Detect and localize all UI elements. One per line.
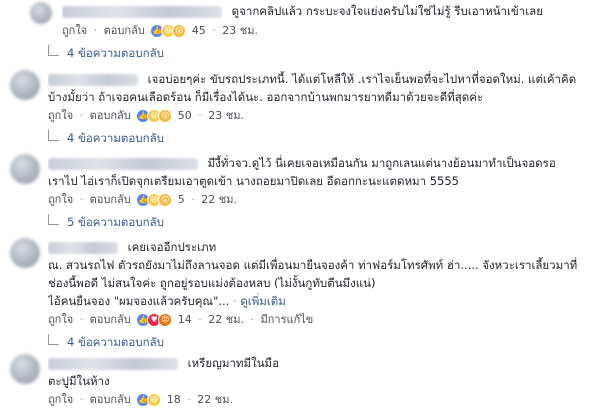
timestamp[interactable]: 23 ชม. <box>208 109 244 122</box>
reply-link[interactable]: ตอบกลับ <box>90 109 131 122</box>
angry-icon: 😡 <box>158 313 173 327</box>
reaction-count: 5 <box>177 193 185 206</box>
avatar[interactable] <box>10 70 40 100</box>
reaction-count: 18 <box>166 393 181 406</box>
view-replies-link[interactable]: 4 ข้อความตอบกลับ <box>48 334 164 350</box>
author-name[interactable] <box>62 5 222 18</box>
avatar[interactable] <box>30 2 52 24</box>
avatar[interactable] <box>10 354 40 384</box>
comment-body: มีงี้ทั่วจว.ดูไว้ นี่เคยเจอเหมือนกัน มาถ… <box>48 154 586 190</box>
comment-text: ดูจากคลิปแล้ว กระบะจงใจแย่งครับไม่ใช่ไม่… <box>231 4 543 18</box>
comment-text: เหรียญมาทมีในมือ <box>187 356 280 370</box>
comment-actions: ถูกใจ · ตอบกลับ 👍 😆 18 · 22 ชม. <box>48 392 233 408</box>
comment-text: บ้างมั้ยว่า ถ้าเจอคนเลือดร้อน ก็มีเรื่อง… <box>48 90 484 104</box>
reply-link[interactable]: ตอบกลับ <box>90 313 131 326</box>
reply-arrow-icon <box>48 45 59 56</box>
comment-actions: ถูกใจ · ตอบกลับ 👍 ♥ 😡 14 · 22 ชม. · มีการแ… <box>48 312 314 328</box>
like-link[interactable]: ถูกใจ <box>48 313 73 326</box>
comment-text: ไอ้คนยืนจอง "ผมจองแล้วครับคุณ"... <box>48 294 230 308</box>
reaction-count: 45 <box>191 24 206 37</box>
comment-body: เจอบ่อยๆค่ะ ขับรถประเภทนี้. ได้แต่โหลีให… <box>48 70 586 106</box>
author-name[interactable] <box>48 357 178 370</box>
reactions[interactable]: 👍 😆 <box>136 392 162 408</box>
timestamp[interactable]: 22 ชม. <box>197 393 233 406</box>
like-link[interactable]: ถูกใจ <box>48 193 73 206</box>
reactions[interactable]: 👍 ♥ 😡 <box>136 312 173 328</box>
comment-body: เหรียญมาทมีในมือ ตะปูมีในห้าง <box>48 354 586 390</box>
view-replies-link[interactable]: 5 ข้อความตอบกลับ <box>48 214 164 230</box>
reply-arrow-icon <box>48 130 59 141</box>
author-name[interactable] <box>48 241 118 254</box>
wow-icon: 😮 <box>172 24 187 38</box>
comment-text: มีงี้ทั่วจว.ดูไว้ นี่เคยเจอเหมือนกัน มาถ… <box>207 156 556 170</box>
edited-label[interactable]: มีการแก้ไข <box>260 313 313 326</box>
comment-actions: ถูกใจ · ตอบกลับ 👍 😆 😮 50 · 23 ชม. <box>48 108 244 124</box>
comment-body: เคยเจออีกประเภท ณ. สวนรถไฟ ตัวรถยังมาไม่… <box>48 238 586 310</box>
reply-link[interactable]: ตอบกลับ <box>90 193 131 206</box>
timestamp[interactable]: 22 ชม. <box>208 313 244 326</box>
reaction-count: 50 <box>177 109 192 122</box>
view-replies-link[interactable]: 4 ข้อความตอบกลับ <box>48 45 164 61</box>
wow-icon: 😮 <box>158 193 173 207</box>
comment-text: เราไป ไอ่เราก็เปิดจุกเตรียมเอาตูดเข้า นา… <box>48 174 459 188</box>
timestamp[interactable]: 22 ชม. <box>201 193 237 206</box>
view-replies-link[interactable]: 4 ข้อความตอบกลับ <box>48 130 164 146</box>
haha-icon: 😆 <box>147 393 162 407</box>
comment-actions: ถูกใจ · ตอบกลับ 👍 😆 😮 45 · 23 ชม. <box>62 23 258 39</box>
reaction-count: 14 <box>177 313 192 326</box>
avatar[interactable] <box>10 154 40 184</box>
comment-text: เจอบ่อยๆค่ะ ขับรถประเภทนี้. ได้แต่โหลีให… <box>147 72 577 86</box>
like-link[interactable]: ถูกใจ <box>48 393 73 406</box>
author-name[interactable] <box>48 73 138 86</box>
reply-arrow-icon <box>48 214 59 225</box>
comment-text: ณ. สวนรถไฟ ตัวรถยังมาไม่ถึงลานจอด แต่มีเ… <box>48 258 578 272</box>
reactions[interactable]: 👍 😆 😮 <box>136 108 173 124</box>
comment-text: ช่องนี้พอดี ไม่สนใจค่ะ ถูกอยู่รอบแม่งต้อ… <box>48 276 376 290</box>
timestamp[interactable]: 23 ชม. <box>222 24 258 37</box>
comment-actions: ถูกใจ · ตอบกลับ 👍 😆 😮 5 · 22 ชม. <box>48 192 237 208</box>
reply-arrow-icon <box>48 334 59 345</box>
reactions[interactable]: 👍 😆 😮 <box>150 23 187 39</box>
comment-text: เคยเจออีกประเภท <box>127 240 217 254</box>
reply-link[interactable]: ตอบกลับ <box>104 24 145 37</box>
wow-icon: 😮 <box>158 109 173 123</box>
comment-body: ดูจากคลิปแล้ว กระบะจงใจแย่งครับไม่ใช่ไม่… <box>62 2 586 20</box>
like-link[interactable]: ถูกใจ <box>62 24 87 37</box>
like-link[interactable]: ถูกใจ <box>48 109 73 122</box>
see-more-link[interactable]: ดูเพิ่มเติม <box>240 294 286 308</box>
reactions[interactable]: 👍 😆 😮 <box>136 192 173 208</box>
comment-text: ตะปูมีในห้าง <box>48 374 110 388</box>
author-name[interactable] <box>48 157 198 170</box>
reply-link[interactable]: ตอบกลับ <box>90 393 131 406</box>
avatar[interactable] <box>10 238 40 268</box>
